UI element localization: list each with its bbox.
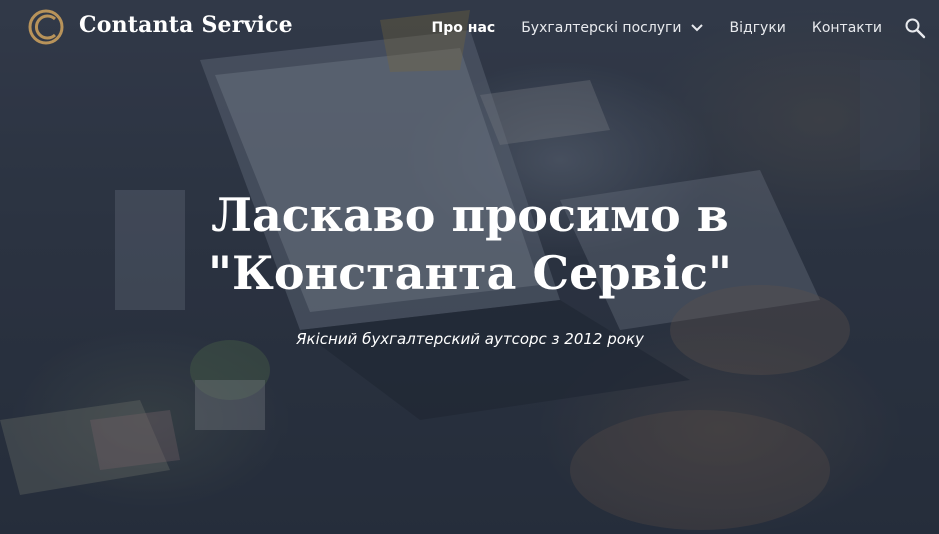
hero-title: Ласкаво просимо в "Константа Сервіс" [208,188,732,300]
nav-item-label: Контакти [811,20,882,36]
nav-item-label: Бухгалтерскі послуги [521,20,682,36]
nav-item-about[interactable]: Про нас [432,20,496,36]
nav-item-accounting-services[interactable]: Бухгалтерскі послуги [521,20,703,36]
nav-item-contacts[interactable]: Контакти [812,20,882,36]
main-nav: Про нас Бухгалтерскі послуги Відгуки Кон… [406,17,882,39]
nav-item-label: Про нас [431,20,496,36]
site-title[interactable]: Contanta Service [79,12,293,38]
chevron-down-icon[interactable] [690,21,704,35]
nav-item-label: Відгуки [729,20,786,36]
nav-item-reviews[interactable]: Відгуки [730,20,786,36]
page: Contanta Service Про нас Бухгалтерскі по… [0,0,939,534]
search-icon[interactable] [903,16,927,40]
ring-logo-icon[interactable] [27,8,65,46]
site-header: Contanta Service Про нас Бухгалтерскі по… [0,0,939,56]
hero-subtitle: Якісний бухгалтерский аутсорс з 2012 рок… [296,330,644,348]
